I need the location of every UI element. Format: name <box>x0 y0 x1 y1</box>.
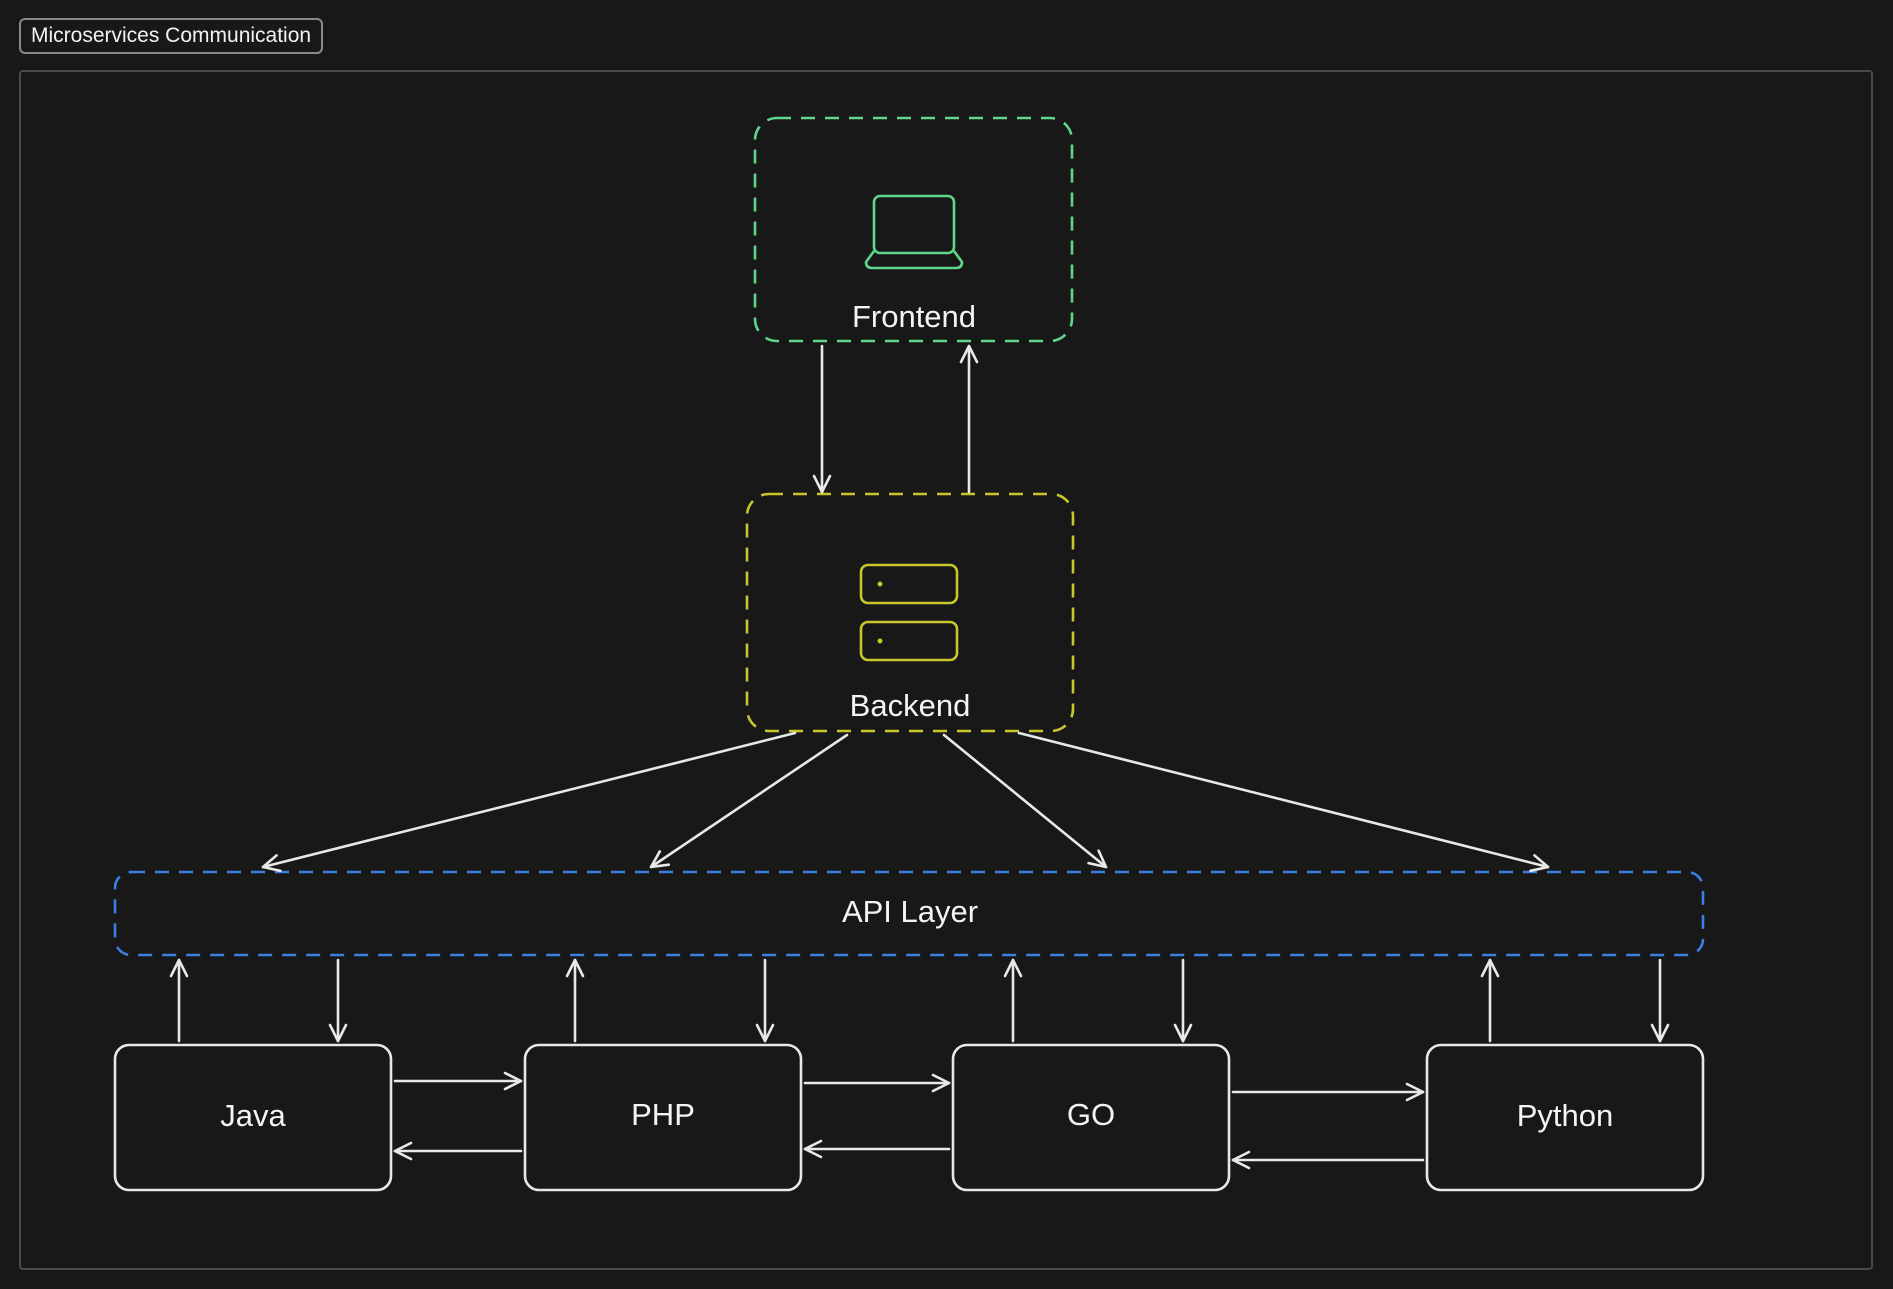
server-icon <box>859 563 959 662</box>
backend-node[interactable]: Backend <box>745 492 1075 733</box>
service-node-php[interactable]: PHP <box>523 1043 803 1192</box>
api-layer-node[interactable]: API Layer <box>113 870 1705 957</box>
service-node-go[interactable]: GO <box>951 1043 1231 1192</box>
laptop-icon <box>864 194 964 270</box>
frontend-label: Frontend <box>852 299 976 334</box>
frontend-node[interactable]: Frontend <box>753 116 1074 343</box>
arrow-backend-to-api-2 <box>649 733 849 869</box>
arrow-backend-to-api-3 <box>942 733 1108 869</box>
service-node-java[interactable]: Java <box>113 1043 393 1192</box>
service-node-python[interactable]: Python <box>1425 1043 1705 1192</box>
backend-label: Backend <box>850 688 971 723</box>
service-label: Python <box>1517 1098 1614 1133</box>
arrow-backend-to-api-4 <box>1017 731 1550 873</box>
service-label: GO <box>1067 1097 1115 1132</box>
service-label: PHP <box>631 1097 695 1132</box>
api-layer-label: API Layer <box>842 894 978 929</box>
arrow-backend-to-api-1 <box>261 731 797 873</box>
service-label: Java <box>220 1098 286 1133</box>
diagram-canvas: Frontend Backend API Layer Java PHP GO P… <box>113 116 1705 1192</box>
